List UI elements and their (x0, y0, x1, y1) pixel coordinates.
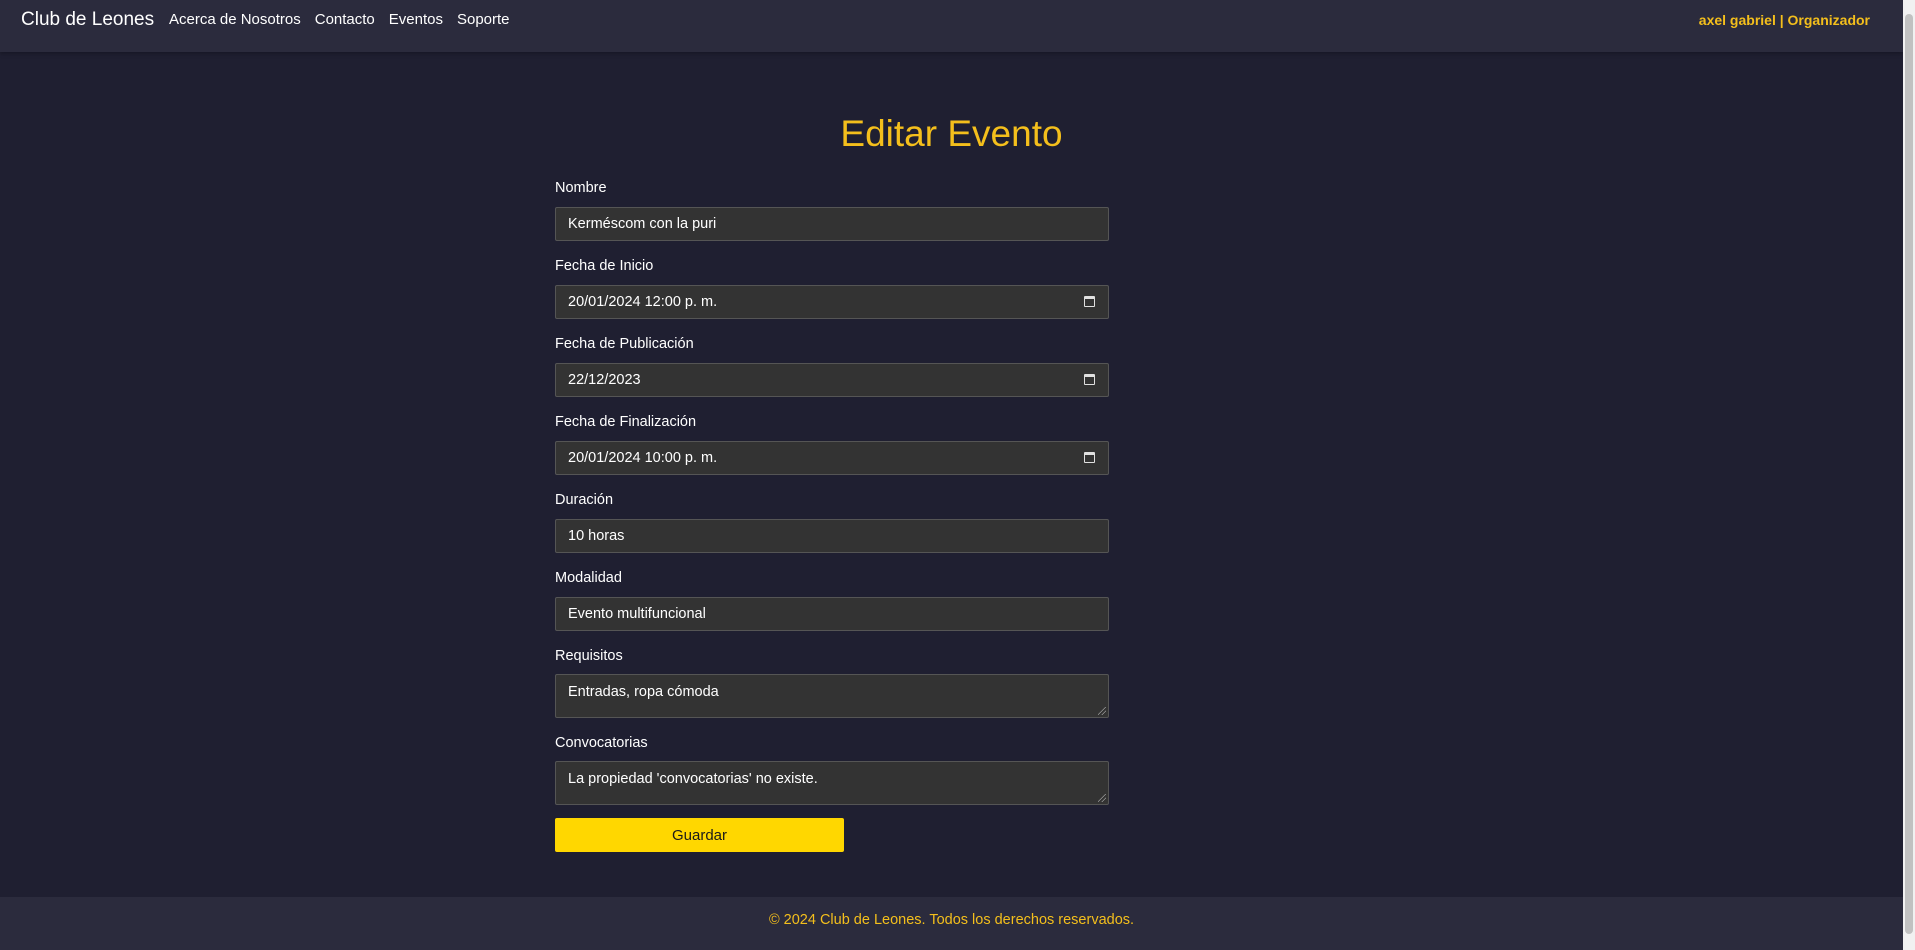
fecha-finalizacion-label: Fecha de Finalización (555, 414, 697, 430)
nav-link-soporte[interactable]: Soporte (457, 11, 510, 28)
fecha-inicio-label: Fecha de Inicio (555, 258, 654, 274)
page-title: Editar Evento (840, 113, 1063, 154)
duracion-label: Duración (555, 492, 614, 508)
page-scrollbar[interactable] (1903, 0, 1915, 950)
nav-link-contacto[interactable]: Contacto (315, 11, 375, 28)
modalidad-input[interactable]: Evento multifuncional (555, 597, 1109, 631)
calendar-icon[interactable] (1084, 452, 1095, 463)
navbar: Club de Leones Acerca de Nosotros Contac… (0, 0, 1903, 52)
fecha-finalizacion-input[interactable]: 20/01/2024 10:00 p. m. (555, 441, 1109, 475)
calendar-icon[interactable] (1084, 374, 1095, 385)
nombre-label: Nombre (555, 180, 607, 196)
requisitos-label: Requisitos (555, 648, 623, 664)
fecha-inicio-value: 20/01/2024 12:00 p. m. (568, 294, 718, 310)
modalidad-value: Evento multifuncional (568, 606, 706, 622)
user-info[interactable]: axel gabriel | Organizador (1699, 12, 1870, 28)
footer: © 2024 Club de Leones. Todos los derecho… (0, 897, 1903, 950)
requisitos-textarea[interactable]: Entradas, ropa cómoda (555, 674, 1109, 718)
duracion-value: 10 horas (568, 528, 625, 544)
modalidad-label: Modalidad (555, 570, 622, 586)
footer-text: © 2024 Club de Leones. Todos los derecho… (768, 912, 1135, 928)
nombre-input[interactable]: Kerméscom con la puri (555, 207, 1109, 241)
convocatorias-label: Convocatorias (555, 735, 648, 751)
fecha-inicio-input[interactable]: 20/01/2024 12:00 p. m. (555, 285, 1109, 319)
nav-links: Acerca de Nosotros Contacto Eventos Sopo… (169, 11, 510, 28)
fecha-publicacion-input[interactable]: 22/12/2023 (555, 363, 1109, 397)
convocatorias-textarea[interactable]: La propiedad 'convocatorias' no existe. (555, 761, 1109, 805)
resize-handle-icon[interactable] (1098, 707, 1106, 715)
nav-link-acerca[interactable]: Acerca de Nosotros (169, 11, 301, 28)
duracion-input[interactable]: 10 horas (555, 519, 1109, 553)
resize-handle-icon[interactable] (1098, 794, 1106, 802)
convocatorias-value: La propiedad 'convocatorias' no existe. (568, 771, 818, 787)
fecha-publicacion-value: 22/12/2023 (568, 372, 641, 388)
fecha-finalizacion-value: 20/01/2024 10:00 p. m. (568, 450, 718, 466)
brand-link[interactable]: Club de Leones (21, 9, 154, 31)
fecha-publicacion-label: Fecha de Publicación (555, 336, 694, 352)
nav-link-eventos[interactable]: Eventos (389, 11, 443, 28)
scrollbar-thumb[interactable] (1905, 14, 1913, 934)
requisitos-value: Entradas, ropa cómoda (568, 684, 719, 700)
save-button[interactable]: Guardar (555, 818, 844, 852)
calendar-icon[interactable] (1084, 296, 1095, 307)
nombre-value: Kerméscom con la puri (568, 216, 717, 232)
